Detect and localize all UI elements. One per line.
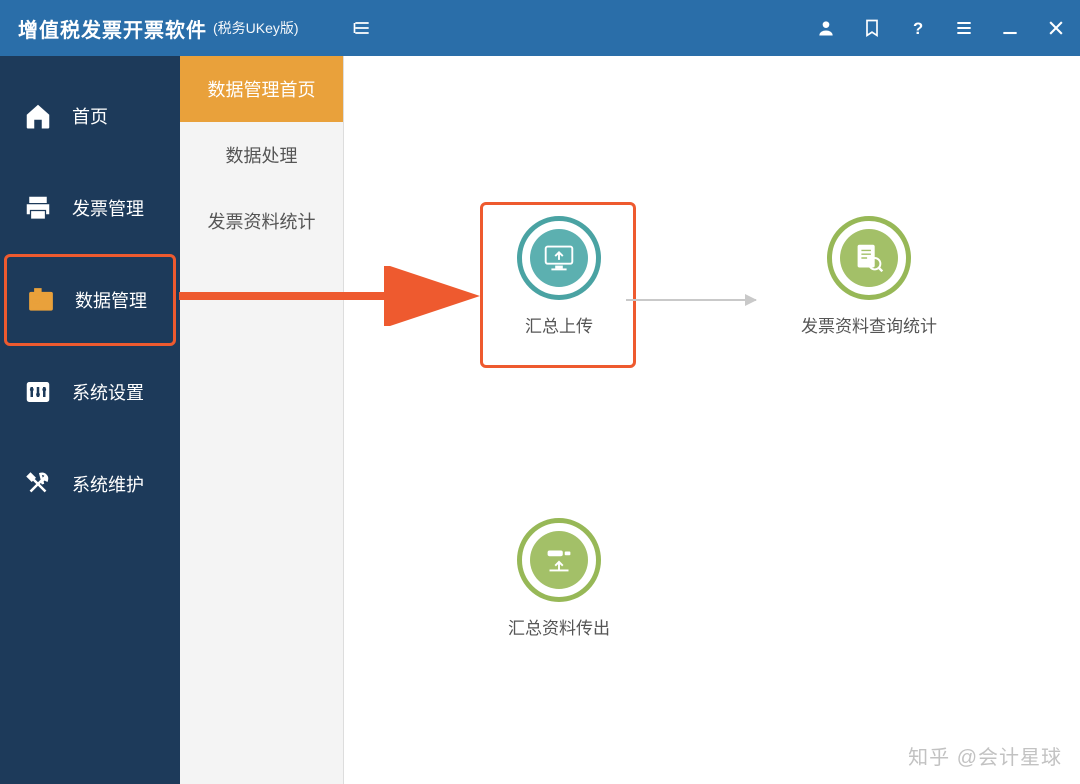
settings-icon — [22, 376, 54, 408]
nav-label: 系统设置 — [72, 379, 144, 405]
folder-icon — [25, 284, 57, 316]
sidebar-item-maintenance[interactable]: 系统维护 — [0, 438, 180, 530]
submenu-label: 发票资料统计 — [208, 208, 316, 234]
upload-monitor-icon — [530, 229, 588, 287]
content-area: 汇总上传 发票资料查询统计 汇总资料传出 — [344, 56, 1080, 784]
sidebar-item-invoice[interactable]: 发票管理 — [0, 162, 180, 254]
app-title: 增值税发票开票软件 — [18, 14, 207, 43]
sidebar-item-data[interactable]: 数据管理 — [4, 254, 176, 346]
submenu-label: 数据处理 — [226, 142, 298, 168]
user-icon[interactable] — [816, 18, 836, 38]
printer-icon — [22, 192, 54, 224]
menu-icon[interactable] — [954, 18, 974, 38]
nav-label: 首页 — [72, 103, 108, 129]
help-icon[interactable]: ? — [908, 18, 928, 38]
annotation-arrow — [174, 266, 494, 326]
svg-text:?: ? — [913, 19, 923, 38]
action-summary-upload[interactable]: 汇总上传 — [494, 216, 624, 337]
home-icon — [22, 100, 54, 132]
minimize-button[interactable] — [1000, 18, 1020, 38]
collapse-sidebar-button[interactable] — [348, 14, 376, 42]
nav-label: 数据管理 — [75, 287, 147, 313]
submenu-item-data-process[interactable]: 数据处理 — [180, 122, 343, 188]
submenu-label: 数据管理首页 — [208, 76, 316, 102]
titlebar: 增值税发票开票软件 (税务UKey版) ? — [0, 0, 1080, 56]
action-label: 汇总资料传出 — [508, 614, 610, 639]
nav-label: 发票管理 — [72, 195, 144, 221]
tools-icon — [22, 468, 54, 500]
bookmark-icon[interactable] — [862, 18, 882, 38]
action-label: 汇总上传 — [525, 312, 593, 337]
action-summary-export[interactable]: 汇总资料传出 — [494, 518, 624, 639]
primary-sidebar: 首页 发票管理 数据管理 系统设置 系统维护 — [0, 56, 180, 784]
nav-label: 系统维护 — [72, 471, 144, 497]
action-label: 发票资料查询统计 — [801, 312, 937, 337]
app-subtitle: (税务UKey版) — [213, 18, 299, 38]
connector-arrow — [626, 299, 756, 301]
sidebar-item-settings[interactable]: 系统设置 — [0, 346, 180, 438]
submenu-item-invoice-stats[interactable]: 发票资料统计 — [180, 188, 343, 254]
submenu-item-data-home[interactable]: 数据管理首页 — [180, 56, 343, 122]
export-icon — [530, 531, 588, 589]
secondary-sidebar: 数据管理首页 数据处理 发票资料统计 — [180, 56, 344, 784]
watermark: 知乎 @会计星球 — [908, 741, 1062, 770]
action-invoice-query-stats[interactable]: 发票资料查询统计 — [784, 216, 954, 337]
sidebar-item-home[interactable]: 首页 — [0, 70, 180, 162]
close-button[interactable] — [1046, 18, 1066, 38]
document-search-icon — [840, 229, 898, 287]
